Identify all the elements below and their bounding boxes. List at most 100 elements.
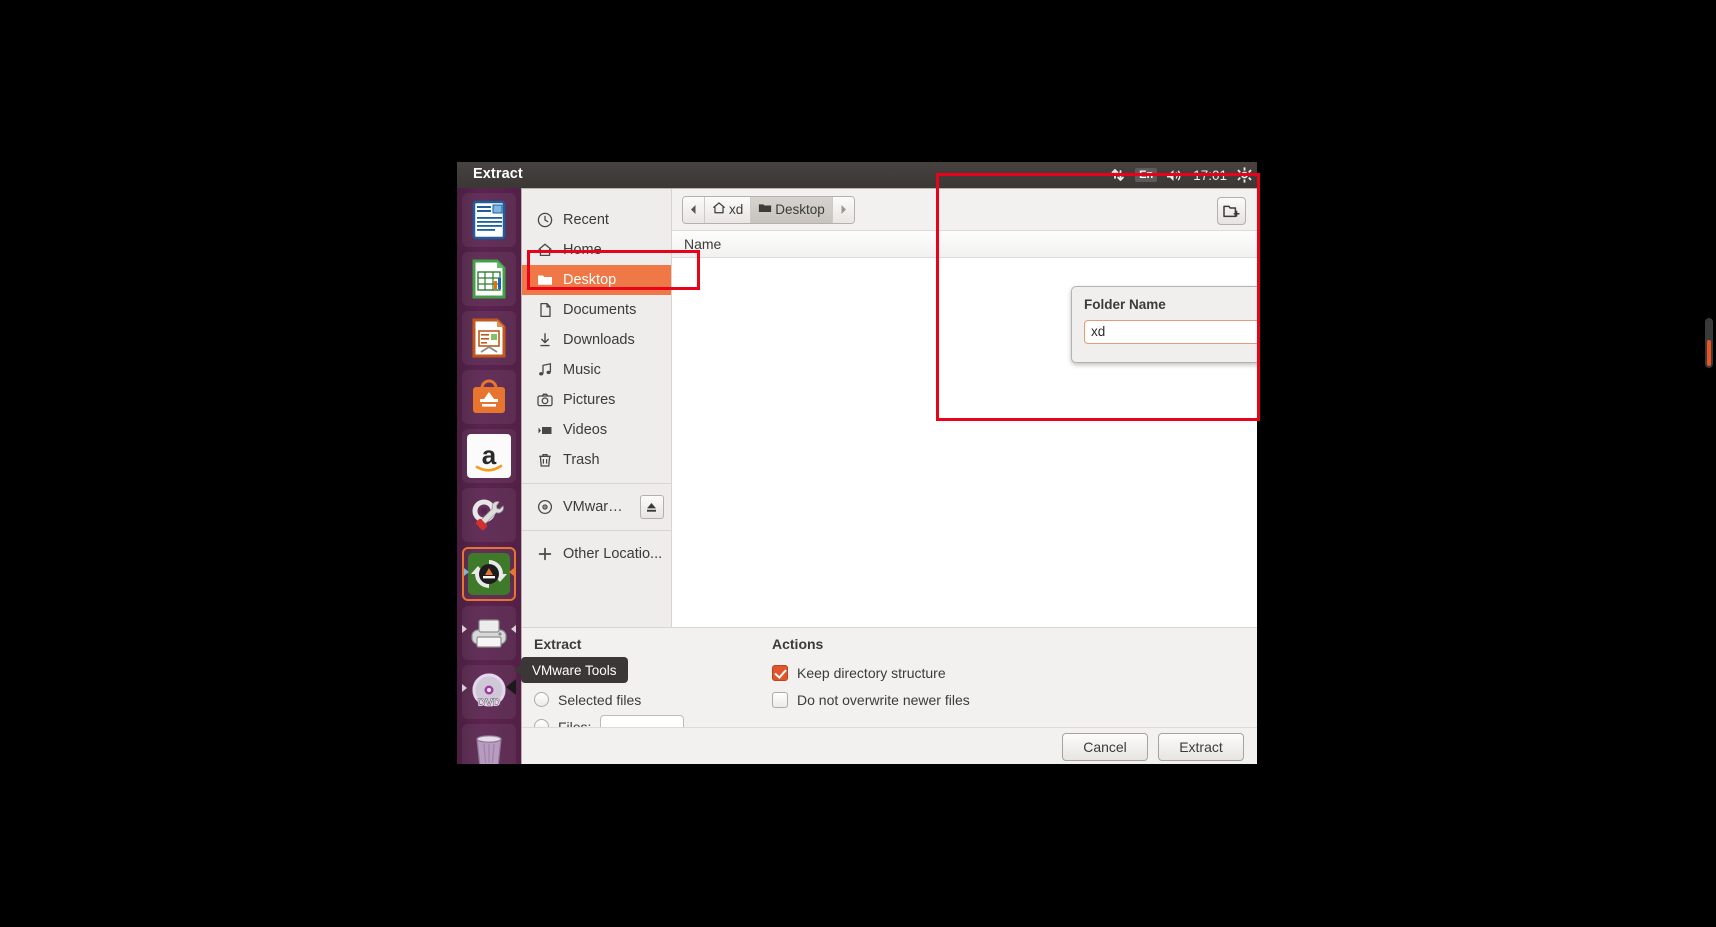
svg-text:a: a — [482, 440, 497, 470]
document-icon — [536, 302, 553, 319]
actions-group-title: Actions — [772, 636, 824, 652]
network-updown-icon[interactable] — [1111, 162, 1126, 188]
file-browser: xd Desktop Name Folder Name xd — [672, 189, 1257, 628]
new-folder-icon[interactable] — [1217, 197, 1246, 225]
folder-icon — [536, 272, 553, 289]
unity-launcher: a DVD — [457, 188, 522, 764]
screen: Extract En 17:01 a DVD Recent Home Deskt… — [0, 0, 1716, 927]
trash-icon — [536, 452, 553, 469]
music-note-icon — [536, 362, 553, 379]
radio-label: Selected files — [558, 691, 642, 708]
overlay-scrollbar[interactable] — [1705, 318, 1713, 368]
sidebar-item-trash[interactable]: Trash — [522, 445, 671, 475]
popover-title: Folder Name — [1084, 297, 1166, 312]
video-icon — [536, 422, 553, 439]
sidebar-item-pictures[interactable]: Pictures — [522, 385, 671, 415]
checkbox-keep-directory-structure[interactable]: Keep directory structure — [772, 659, 1102, 686]
svg-text:DVD: DVD — [477, 697, 500, 709]
dialog-action-bar: Cancel Extract — [522, 727, 1257, 764]
folder-icon — [758, 201, 772, 218]
launcher-item-printers[interactable] — [462, 606, 516, 660]
sidebar-item-label: Videos — [563, 422, 608, 438]
download-arrow-icon — [536, 332, 553, 349]
top-panel: Extract En 17:01 — [457, 162, 1257, 188]
sidebar-item-home[interactable]: Home — [522, 235, 671, 265]
sidebar-item-recent[interactable]: Recent — [522, 205, 671, 235]
launcher-item-libreoffice-calc[interactable] — [462, 252, 516, 306]
checkbox-label: Do not overwrite newer files — [797, 691, 970, 708]
column-header-row: Name — [672, 231, 1257, 258]
breadcrumb-back-button[interactable] — [683, 196, 705, 223]
breadcrumb-item-xd[interactable]: xd — [705, 196, 752, 223]
sidebar-item-label: Trash — [563, 452, 600, 468]
keyboard-layout-label: En — [1135, 168, 1158, 182]
places-sidebar: Recent Home Desktop Documents Downloads … — [522, 189, 672, 627]
sidebar-item-music[interactable]: Music — [522, 355, 671, 385]
launcher-item-software-updater[interactable] — [462, 547, 516, 601]
sidebar-item-label: Recent — [563, 212, 609, 228]
folder-name-input[interactable] — [1084, 319, 1257, 344]
camera-icon — [536, 392, 553, 409]
sidebar-item-documents[interactable]: Documents — [522, 295, 671, 325]
column-header-name[interactable]: Name — [684, 236, 721, 252]
sidebar-item-label: Other Locatio... — [563, 546, 663, 562]
cancel-button[interactable]: Cancel — [1062, 732, 1148, 761]
breadcrumb-forward-button[interactable] — [832, 196, 854, 223]
sidebar-item-label: Pictures — [563, 392, 616, 408]
panel-window-title: Extract — [473, 166, 523, 182]
clock-label[interactable]: 17:01 — [1193, 162, 1227, 188]
sidebar-item-desktop[interactable]: Desktop — [522, 265, 671, 295]
launcher-item-system-settings[interactable] — [462, 488, 516, 542]
extract-button[interactable]: Extract — [1158, 732, 1244, 761]
clock-icon — [536, 212, 553, 229]
sidebar-item-label: Downloads — [563, 332, 635, 348]
sidebar-item-label: VMware ... — [563, 499, 630, 515]
sidebar-item-label: Music — [563, 362, 601, 378]
overlay-scrollbar-thumb[interactable] — [1707, 340, 1711, 366]
launcher-pip-right — [506, 679, 516, 695]
launcher-item-dvd-drive[interactable]: DVD — [462, 665, 516, 719]
sidebar-item-label: Desktop — [563, 272, 617, 288]
extract-dialog: Recent Home Desktop Documents Downloads … — [521, 188, 1257, 764]
actions-options-group: Actions Keep directory structure Do not … — [772, 636, 1102, 713]
options-panel: Extract All files Selected files Files: — [522, 627, 1257, 739]
home-icon — [536, 242, 553, 259]
sidebar-divider — [522, 483, 671, 484]
checkbox-label: Keep directory structure — [797, 664, 946, 681]
launcher-item-libreoffice-impress[interactable] — [462, 311, 516, 365]
home-icon — [712, 201, 726, 218]
sidebar-item-other-locations[interactable]: Other Locatio... — [522, 539, 671, 569]
gear-icon[interactable] — [1236, 162, 1253, 188]
checkbox-indicator — [772, 691, 788, 708]
launcher-item-amazon[interactable]: a — [462, 429, 516, 483]
launcher-pip-right — [509, 568, 514, 576]
volume-icon[interactable] — [1166, 162, 1184, 188]
launcher-item-trash[interactable] — [462, 724, 516, 764]
sidebar-item-label: Documents — [563, 302, 637, 318]
new-folder-popover: Folder Name Create — [1071, 286, 1257, 363]
sidebar-divider — [522, 530, 671, 531]
system-tray: En 17:01 — [1111, 162, 1253, 188]
file-list[interactable]: Folder Name Create — [672, 258, 1257, 628]
launcher-item-ubuntu-software[interactable] — [462, 370, 516, 424]
checkbox-indicator — [772, 664, 788, 681]
launcher-item-libreoffice-writer[interactable] — [462, 193, 516, 247]
sidebar-item-vmware-tools[interactable]: VMware ... — [522, 492, 671, 522]
radio-indicator — [534, 692, 549, 707]
tooltip-label: VMware Tools — [532, 662, 617, 678]
launcher-pip-right — [511, 625, 516, 633]
launcher-pip-left — [462, 684, 467, 692]
keyboard-layout-indicator[interactable]: En — [1135, 162, 1158, 188]
checkbox-do-not-overwrite-newer-files[interactable]: Do not overwrite newer files — [772, 686, 1102, 713]
launcher-tooltip: VMware Tools — [514, 657, 628, 683]
plus-icon — [536, 546, 553, 563]
launcher-pip-left — [464, 568, 469, 576]
sidebar-item-videos[interactable]: Videos — [522, 415, 671, 445]
sidebar-item-label: Home — [563, 242, 602, 258]
sidebar-item-downloads[interactable]: Downloads — [522, 325, 671, 355]
breadcrumb-item-desktop[interactable]: Desktop — [751, 196, 833, 223]
eject-icon[interactable] — [639, 495, 664, 519]
breadcrumb: xd Desktop — [682, 195, 855, 224]
breadcrumb-label: xd — [729, 202, 744, 217]
disc-icon — [536, 499, 553, 516]
